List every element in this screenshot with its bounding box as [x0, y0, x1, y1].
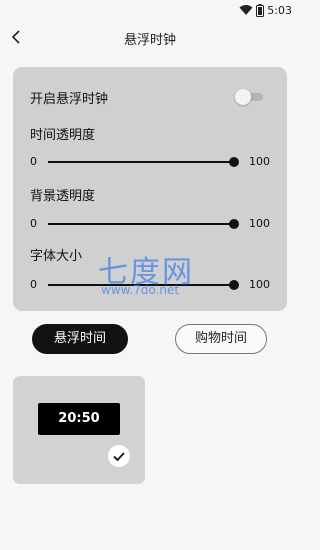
slider-max-label: 100	[249, 217, 270, 230]
slider-min-label: 0	[30, 217, 37, 230]
background-opacity-label: 背景透明度	[30, 189, 96, 204]
status-bar: 5:03	[0, 0, 300, 20]
time-opacity-slider-row: 0 100	[30, 154, 270, 170]
header: 悬浮时钟	[0, 22, 300, 52]
watermark-url: www.7do.net	[101, 283, 180, 297]
page-title: 悬浮时钟	[123, 33, 176, 48]
status-icons: 5:03	[239, 3, 292, 17]
wifi-icon	[239, 4, 253, 16]
status-time: 5:03	[267, 3, 292, 17]
slider-thumb[interactable]	[229, 157, 239, 167]
font-size-label: 字体大小	[30, 249, 83, 264]
slider-thumb[interactable]	[229, 219, 239, 229]
background-opacity-slider[interactable]	[48, 219, 239, 229]
slider-max-label: 100	[249, 155, 270, 168]
battery-icon	[256, 3, 265, 17]
slider-min-label: 0	[30, 278, 37, 291]
toggle-knob	[235, 89, 251, 105]
background-opacity-slider-row: 0 100	[30, 216, 270, 232]
floating-clock-toggle[interactable]	[235, 89, 265, 105]
shopping-time-button[interactable]: 购物时间	[175, 324, 267, 354]
check-icon	[108, 445, 130, 467]
slider-thumb[interactable]	[229, 280, 239, 290]
slider-max-label: 100	[249, 278, 270, 291]
floating-clock-label: 开启悬浮时钟	[30, 92, 109, 107]
time-opacity-slider[interactable]	[48, 157, 239, 167]
clock-style-card[interactable]: 20:50	[13, 376, 145, 484]
clock-preview: 20:50	[38, 403, 120, 435]
floating-time-button[interactable]: 悬浮时间	[32, 324, 128, 354]
slider-min-label: 0	[30, 155, 37, 168]
time-opacity-label: 时间透明度	[30, 128, 96, 143]
